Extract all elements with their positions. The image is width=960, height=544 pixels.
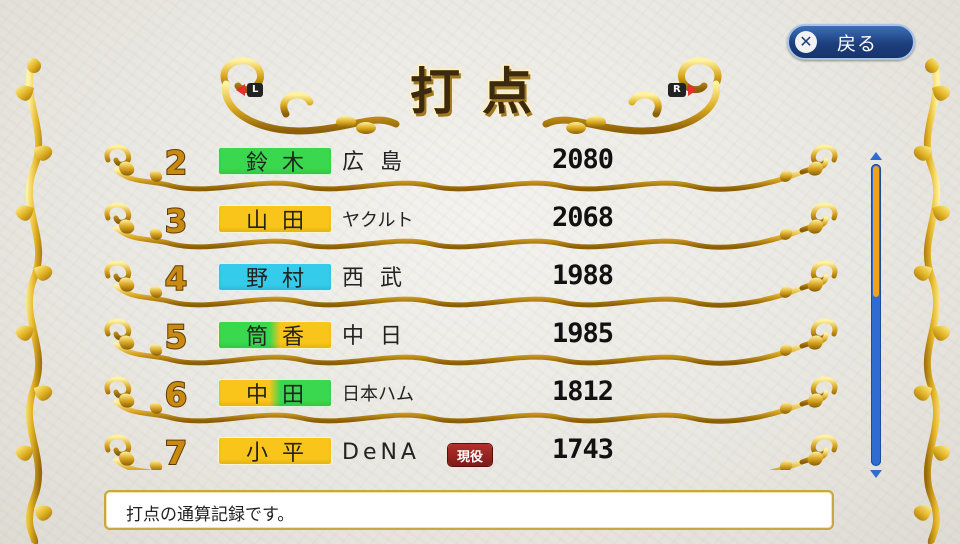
- player-name: 山田: [245, 209, 318, 234]
- shoulder-r-hint[interactable]: R: [668, 82, 697, 98]
- ranking-row[interactable]: 7 小平 DeNA 現役 1743: [102, 430, 840, 470]
- rank-number: 2: [164, 143, 188, 183]
- gold-row-ornament: [102, 372, 840, 430]
- ranking-row[interactable]: 5 筒香 中日 1985: [102, 314, 840, 372]
- page-title: 打点: [409, 62, 554, 123]
- title-banner: 打点 L R: [206, 44, 736, 144]
- ranking-row[interactable]: 3 山田 ヤクルト 2068: [102, 198, 840, 256]
- player-name: 小平: [245, 441, 318, 466]
- team-name: 西武: [342, 266, 419, 291]
- rbi-total: 2080: [552, 144, 614, 175]
- team-name: ヤクルト: [342, 210, 414, 231]
- rank-number: 3: [164, 201, 188, 241]
- team-name: DeNA: [342, 440, 420, 465]
- ranking-list[interactable]: 2 鈴木 広島 2080 3 山田 ヤクルト 2068 4 野村 西武 1988…: [102, 140, 840, 470]
- description-message-box: 打点の通算記録です。: [104, 490, 834, 530]
- ranking-row[interactable]: 4 野村 西武 1988: [102, 256, 840, 314]
- gold-vine-right-ornament: [913, 58, 951, 544]
- rank-number: 6: [164, 375, 188, 415]
- rbi-total: 2068: [552, 202, 614, 233]
- rank-number: 5: [164, 317, 188, 357]
- player-name: 鈴木: [245, 151, 318, 176]
- gold-row-ornament: [102, 314, 840, 372]
- right-arrow-icon: [687, 84, 697, 96]
- scroll-up-arrow-icon[interactable]: [870, 152, 882, 160]
- back-button[interactable]: ✕ 戻る: [787, 24, 915, 60]
- scroll-thumb[interactable]: [873, 166, 879, 297]
- rbi-total: 1985: [552, 318, 614, 349]
- list-scrollbar[interactable]: [866, 152, 886, 478]
- l-button-icon: L: [247, 83, 264, 97]
- gold-row-ornament: [102, 198, 840, 256]
- shoulder-l-hint[interactable]: L: [236, 82, 264, 98]
- player-name: 筒香: [245, 325, 318, 350]
- cross-button-icon: ✕: [795, 31, 817, 53]
- left-arrow-icon: [236, 84, 245, 96]
- description-text: 打点の通算記録です。: [126, 505, 295, 525]
- team-name: 日本ハム: [342, 384, 414, 405]
- scroll-down-arrow-icon[interactable]: [870, 470, 882, 478]
- gold-row-ornament: [102, 140, 840, 198]
- rank-number: 4: [164, 259, 188, 299]
- rbi-total: 1988: [552, 260, 614, 291]
- active-player-badge: 現役: [448, 444, 492, 466]
- rbi-total: 1743: [552, 434, 614, 465]
- r-button-icon: R: [668, 83, 686, 97]
- team-name: 中日: [342, 324, 419, 349]
- rank-number: 7: [164, 433, 188, 470]
- team-name: 広島: [342, 150, 419, 175]
- player-name: 中田: [245, 383, 318, 408]
- rbi-total: 1812: [552, 376, 614, 407]
- ranking-row[interactable]: 6 中田 日本ハム 1812: [102, 372, 840, 430]
- back-button-label: 戻る: [837, 32, 878, 55]
- gold-row-ornament: [102, 256, 840, 314]
- ranking-row[interactable]: 2 鈴木 広島 2080: [102, 140, 840, 198]
- player-name: 野村: [245, 267, 318, 292]
- gold-vine-left-ornament: [15, 58, 53, 544]
